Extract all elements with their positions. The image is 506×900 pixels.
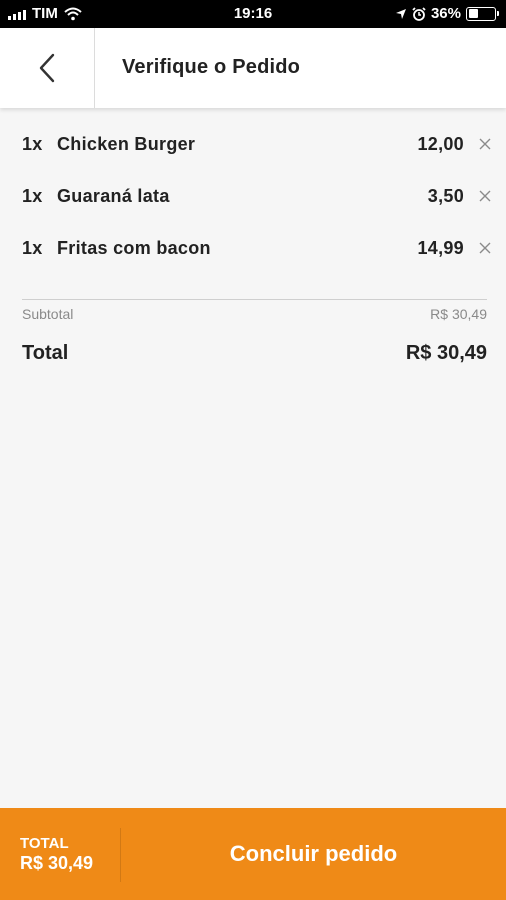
order-items-list: 1x Chicken Burger 12,00 1x Guaraná lata …: [22, 118, 496, 274]
summary-divider: [22, 299, 487, 300]
item-quantity: 1x: [22, 133, 43, 154]
total-label: Total: [22, 342, 69, 364]
item-price: 12,00: [417, 133, 464, 154]
order-item: 1x Chicken Burger 12,00: [22, 118, 496, 170]
back-button[interactable]: [0, 28, 95, 108]
footer-total: TOTAL R$ 30,49: [20, 835, 93, 874]
subtotal-value: R$ 30,49: [430, 306, 487, 322]
status-bar-right: 36%: [395, 5, 499, 22]
battery-icon: [466, 6, 499, 21]
location-icon: [395, 8, 406, 19]
item-quantity: 1x: [22, 237, 43, 258]
close-icon: [479, 138, 491, 150]
subtotal-row: Subtotal R$ 30,49: [22, 306, 487, 322]
alarm-icon: [412, 6, 426, 21]
order-item: 1x Fritas com bacon 14,99: [22, 222, 496, 274]
close-icon: [479, 190, 491, 202]
item-price: 3,50: [427, 185, 464, 206]
footer-total-label: TOTAL: [20, 835, 69, 852]
remove-item-button[interactable]: [474, 237, 496, 259]
confirm-order-button[interactable]: Concluir pedido: [121, 808, 506, 900]
battery-percent: 36%: [430, 5, 461, 22]
checkout-footer: TOTAL R$ 30,49 Concluir pedido: [0, 808, 506, 900]
chevron-left-icon: [39, 53, 55, 83]
total-row: Total R$ 30,49: [22, 342, 487, 365]
total-value: R$ 30,49: [405, 342, 487, 364]
remove-item-button[interactable]: [474, 133, 496, 155]
page-title: Verifique o Pedido: [122, 56, 301, 78]
subtotal-label: Subtotal: [22, 306, 74, 322]
order-item: 1x Guaraná lata 3,50: [22, 170, 496, 222]
status-bar: TIM 19:16 36%: [0, 0, 506, 28]
close-icon: [479, 242, 491, 254]
battery-level: [468, 9, 478, 18]
item-quantity: 1x: [22, 185, 43, 206]
header: Verifique o Pedido: [0, 28, 506, 108]
item-price: 14,99: [417, 237, 464, 258]
remove-item-button[interactable]: [474, 185, 496, 207]
footer-total-value: R$ 30,49: [20, 853, 94, 873]
